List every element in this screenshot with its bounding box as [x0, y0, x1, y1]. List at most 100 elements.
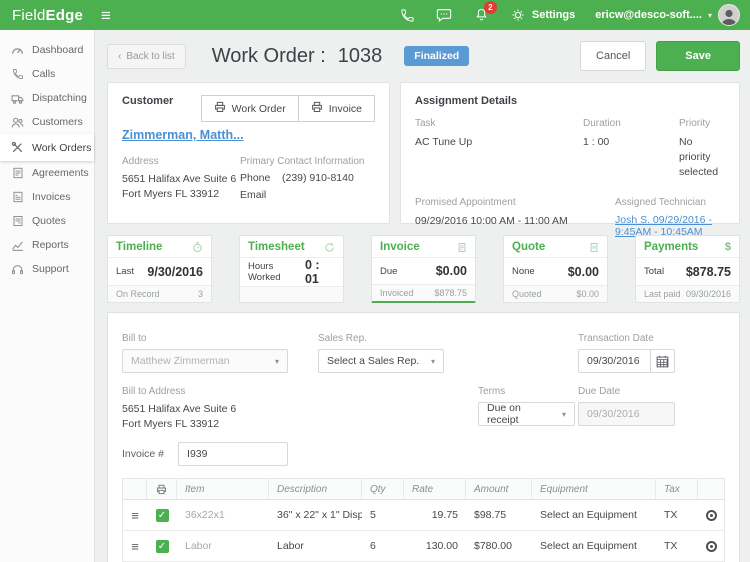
sidebar-item-quotes[interactable]: Quotes: [0, 209, 94, 233]
sidebar-item-support[interactable]: Support: [0, 257, 94, 281]
sidebar-item-label: Invoices: [32, 191, 71, 203]
bill-to-address-label: Bill to Address: [122, 386, 360, 397]
sidebar-item-agreements[interactable]: Agreements: [0, 161, 94, 185]
equipment-select-cell[interactable]: Select an Equipment: [532, 540, 656, 552]
payments-footer-label: Last paid: [644, 289, 681, 299]
timeline-card[interactable]: Timeline Last 9/30/2016 On Record 3: [107, 235, 212, 303]
transaction-date-input[interactable]: [578, 349, 650, 373]
sidebar-item-invoices[interactable]: Invoices: [0, 185, 94, 209]
sidebar-item-dashboard[interactable]: Dashboard: [0, 38, 94, 62]
terms-value: Due on receipt: [487, 402, 554, 426]
settings-menu[interactable]: Settings: [510, 7, 575, 24]
headset-icon: [11, 263, 24, 276]
sidebar-item-reports[interactable]: Reports: [0, 233, 94, 257]
chat-icon[interactable]: [436, 7, 453, 24]
column-header-description: Description: [269, 479, 362, 499]
cancel-button[interactable]: Cancel: [580, 41, 646, 71]
print-work-order-button[interactable]: Work Order: [201, 95, 298, 122]
invoice-body-label: Due: [380, 266, 397, 277]
invoice-card[interactable]: Invoice Due $0.00 Invoiced $878.75: [371, 235, 476, 303]
work-order-number: 1038: [338, 45, 383, 68]
line-items-table: Item Description Qty Rate Amount Equipme…: [122, 478, 725, 562]
users-icon: [11, 116, 24, 129]
quote-body-label: None: [512, 266, 535, 277]
bill-to-select[interactable]: Matthew Zimmerman ▾: [122, 349, 288, 373]
equipment-select-cell[interactable]: Select an Equipment: [532, 509, 656, 521]
save-button[interactable]: Save: [656, 41, 740, 71]
calendar-icon[interactable]: [650, 349, 675, 373]
payments-card[interactable]: Payments $ Total $878.75 Last paid 09/30…: [635, 235, 740, 303]
sales-rep-label: Sales Rep.: [318, 333, 444, 344]
item-cell[interactable]: Labor: [177, 540, 269, 552]
menu-icon[interactable]: ≡: [101, 7, 111, 24]
fieldedge-logo[interactable]: FieldEdge: [12, 7, 83, 24]
sidebar-item-dispatching[interactable]: Dispatching: [0, 86, 94, 110]
assignment-details-card: Assignment Details Task Duration Priorit…: [400, 82, 740, 224]
sidebar-item-customers[interactable]: Customers: [0, 110, 94, 134]
sidebar-item-work-orders[interactable]: Work Orders: [0, 134, 94, 161]
task-label: Task: [415, 118, 583, 129]
amount-cell: $98.75: [466, 509, 532, 521]
sidebar-item-calls[interactable]: Calls: [0, 62, 94, 86]
quote-card[interactable]: Quote None $0.00 Quoted $0.00: [503, 235, 608, 303]
column-header-tax: Tax: [656, 479, 698, 499]
terms-select[interactable]: Due on receipt ▾: [478, 402, 575, 426]
drag-handle-icon[interactable]: ≡: [123, 508, 147, 523]
invoice-number-label: Invoice #: [122, 448, 164, 460]
sidebar: Dashboard Calls Dispatching Customers Wo…: [0, 30, 95, 562]
customer-card-title: Customer: [122, 95, 173, 107]
chart-line-icon: [11, 239, 24, 252]
notifications-bell-icon[interactable]: 2: [473, 7, 490, 24]
sales-rep-value: Select a Sales Rep.: [327, 355, 419, 367]
bill-to-label: Bill to: [122, 333, 288, 344]
printer-icon: [311, 101, 323, 116]
payments-body-label: Total: [644, 266, 664, 277]
sidebar-item-label: Agreements: [32, 167, 89, 179]
address-line1: 5651 Halifax Ave Suite 6: [122, 172, 240, 187]
print-invoice-button[interactable]: Invoice: [298, 95, 375, 122]
print-checkbox[interactable]: ✓: [156, 509, 169, 522]
invoice-icon: [457, 242, 467, 253]
description-cell[interactable]: 36" x 22" x 1" Disposable Filter: [269, 509, 362, 521]
column-header-qty: Qty: [362, 479, 404, 499]
drag-handle-icon[interactable]: ≡: [123, 539, 147, 554]
task-value: AC Tune Up: [415, 135, 583, 181]
sales-rep-select[interactable]: Select a Sales Rep. ▾: [318, 349, 444, 373]
item-cell[interactable]: 36x22x1: [177, 509, 269, 521]
row-settings-gear-icon[interactable]: [706, 541, 717, 552]
row-settings-gear-icon[interactable]: [706, 510, 717, 521]
dashboard-icon: [11, 44, 24, 57]
qty-cell[interactable]: 6: [362, 540, 404, 552]
status-badge: Finalized: [404, 46, 469, 66]
customer-name-link[interactable]: Zimmerman, Matth...: [122, 128, 244, 142]
qty-cell[interactable]: 5: [362, 509, 404, 521]
timeline-title: Timeline: [116, 241, 162, 253]
duration-label: Duration: [583, 118, 679, 129]
phone-icon[interactable]: [399, 7, 416, 24]
email-label: Email: [240, 189, 282, 201]
duration-value: 1 : 00: [583, 135, 679, 181]
phone-icon: [11, 68, 24, 81]
rate-cell[interactable]: 130.00: [404, 540, 466, 552]
print-invoice-label: Invoice: [329, 103, 362, 115]
phone-label: Phone: [240, 172, 282, 184]
avatar: [718, 4, 740, 26]
work-order-title: Work Order :: [212, 45, 326, 68]
rate-cell[interactable]: 19.75: [404, 509, 466, 521]
amount-cell: $780.00: [466, 540, 532, 552]
invoice-title: Invoice: [380, 241, 420, 253]
user-menu[interactable]: ericw@desco-soft.... ▾: [595, 4, 740, 26]
invoice-number-input[interactable]: [178, 442, 288, 466]
tax-cell[interactable]: TX: [656, 540, 698, 552]
tools-icon: [11, 141, 24, 154]
quote-body-value: $0.00: [568, 265, 599, 279]
print-checkbox[interactable]: ✓: [156, 540, 169, 553]
sync-icon: [324, 242, 335, 253]
tax-cell[interactable]: TX: [656, 509, 698, 521]
description-cell[interactable]: Labor: [269, 540, 362, 552]
back-to-list-button[interactable]: ‹ Back to list: [107, 44, 186, 69]
timesheet-card[interactable]: Timesheet Hours Worked 0 : 01: [239, 235, 344, 303]
settings-label: Settings: [532, 9, 575, 21]
page-title: Work Order : 1038: [212, 45, 383, 68]
chevron-down-icon: ▾: [267, 357, 279, 366]
